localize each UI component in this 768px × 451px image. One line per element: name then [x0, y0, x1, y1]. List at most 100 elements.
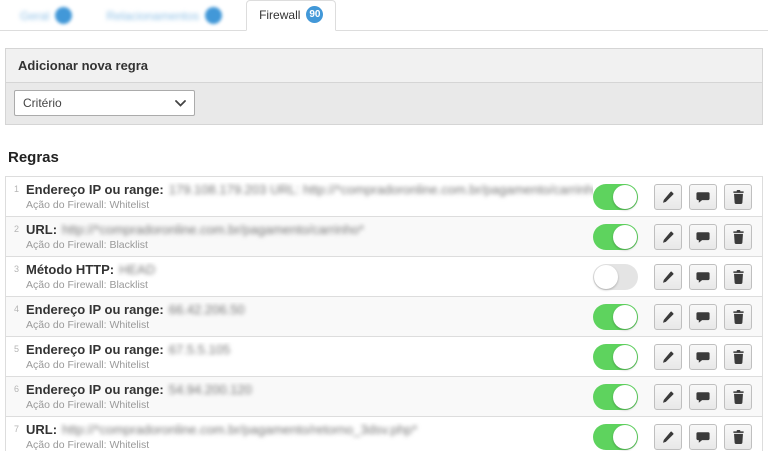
add-rule-panel-body: Critério — [6, 83, 762, 124]
rule-row-3: 3 Método HTTP: HEAD Ação do Firewall: Bla… — [6, 257, 762, 297]
toggle-knob — [613, 304, 637, 329]
trash-icon — [732, 389, 744, 404]
edit-rule-button[interactable] — [654, 343, 682, 370]
comment-rule-button[interactable] — [689, 383, 717, 410]
edit-rule-button[interactable] — [654, 423, 682, 450]
rule-row-1: 1 Endereço IP ou range: 179.108.179.203 U… — [6, 177, 762, 217]
rule-enabled-toggle[interactable] — [593, 223, 638, 250]
tab-label: Relacionamentos — [106, 8, 200, 23]
comment-icon — [696, 311, 710, 323]
rule-index: 5 — [14, 344, 20, 354]
rule-index: 2 — [14, 224, 20, 234]
rule-value-redacted: http://*compradoronline.com.br/pagamento… — [62, 422, 418, 437]
rule-label: URL: — [26, 222, 58, 237]
rule-row-5: 5 Endereço IP ou range: 67.5.5.105 Ação d… — [6, 337, 762, 377]
tab-badge — [55, 7, 73, 24]
rule-value-redacted: 66.42.206.50 — [168, 302, 245, 317]
toggle-knob — [613, 344, 637, 369]
trash-icon — [732, 309, 744, 324]
rule-value-redacted: HEAD — [119, 262, 156, 277]
rule-controls — [593, 343, 752, 370]
rule-enabled-toggle[interactable] — [593, 263, 638, 290]
pencil-icon — [663, 391, 674, 403]
rule-index: 7 — [14, 424, 20, 434]
trash-icon — [732, 189, 744, 204]
comment-rule-button[interactable] — [689, 263, 717, 290]
rule-firewall-action: Ação do Firewall: Whitelist — [26, 359, 150, 371]
toggle-knob — [613, 184, 637, 209]
rule-enabled-toggle[interactable] — [593, 423, 638, 450]
rule-value-redacted: 54.94.200.120 — [168, 382, 252, 397]
rule-enabled-toggle[interactable] — [593, 183, 638, 210]
comment-icon — [696, 271, 710, 283]
tab-label: Geral — [20, 8, 50, 23]
tab-firewall[interactable]: Firewall 90 — [246, 0, 337, 31]
pencil-icon — [663, 351, 674, 363]
rule-main: Endereço IP ou range: 179.108.179.203 URL… — [26, 182, 593, 211]
edit-rule-button[interactable] — [654, 303, 682, 330]
tab-redacted-2[interactable]: Relacionamentos — [96, 3, 232, 30]
comment-rule-button[interactable] — [689, 223, 717, 250]
edit-rule-button[interactable] — [654, 263, 682, 290]
trash-icon — [732, 229, 744, 244]
rule-firewall-action: Ação do Firewall: Blacklist — [26, 239, 148, 251]
rule-value-redacted: 179.108.179.203 URL: http://*compradoron… — [168, 182, 593, 197]
tab-label: Firewall — [259, 7, 301, 22]
comment-rule-button[interactable] — [689, 303, 717, 330]
rule-firewall-action: Ação do Firewall: Whitelist — [26, 319, 150, 331]
rule-enabled-toggle[interactable] — [593, 303, 638, 330]
rule-enabled-toggle[interactable] — [593, 343, 638, 370]
edit-rule-button[interactable] — [654, 223, 682, 250]
chevron-down-icon — [175, 99, 186, 107]
delete-rule-button[interactable] — [724, 383, 752, 410]
rule-label: Endereço IP ou range: — [26, 342, 164, 357]
rule-label: URL: — [26, 422, 58, 437]
rule-main: Endereço IP ou range: 66.42.206.50 Ação d… — [26, 302, 593, 331]
rule-firewall-action: Ação do Firewall: Whitelist — [26, 439, 150, 451]
pencil-icon — [663, 311, 674, 323]
toggle-knob — [613, 384, 637, 409]
rule-controls — [593, 263, 752, 290]
rule-controls — [593, 183, 752, 210]
rule-main: URL: http://*compradoronline.com.br/pagam… — [26, 222, 593, 251]
rule-value-redacted: 67.5.5.105 — [168, 342, 231, 357]
rules-list: 1 Endereço IP ou range: 179.108.179.203 U… — [5, 176, 763, 451]
rule-row-7: 7 URL: http://*compradoronline.com.br/pag… — [6, 417, 762, 451]
comment-rule-button[interactable] — [689, 423, 717, 450]
rule-index: 1 — [14, 184, 20, 194]
rule-main: URL: http://*compradoronline.com.br/pagam… — [26, 422, 593, 451]
tab-redacted-1[interactable]: Geral — [10, 3, 82, 30]
criteria-select[interactable]: Critério — [14, 90, 195, 116]
trash-icon — [732, 269, 744, 284]
rule-controls — [593, 223, 752, 250]
rule-main: Endereço IP ou range: 54.94.200.120 Ação … — [26, 382, 593, 411]
comment-icon — [696, 431, 710, 443]
firewall-count-badge: 90 — [306, 6, 324, 23]
comment-icon — [696, 231, 710, 243]
pencil-icon — [663, 231, 674, 243]
edit-rule-button[interactable] — [654, 383, 682, 410]
rule-label: Endereço IP ou range: — [26, 302, 164, 317]
delete-rule-button[interactable] — [724, 183, 752, 210]
comment-rule-button[interactable] — [689, 343, 717, 370]
rule-controls — [593, 423, 752, 450]
pencil-icon — [663, 191, 674, 203]
rule-index: 6 — [14, 384, 20, 394]
rule-enabled-toggle[interactable] — [593, 383, 638, 410]
rule-main: Endereço IP ou range: 67.5.5.105 Ação do … — [26, 342, 593, 371]
delete-rule-button[interactable] — [724, 223, 752, 250]
rule-row-4: 4 Endereço IP ou range: 66.42.206.50 Ação… — [6, 297, 762, 337]
edit-rule-button[interactable] — [654, 183, 682, 210]
rule-label: Método HTTP: — [26, 262, 115, 277]
delete-rule-button[interactable] — [724, 303, 752, 330]
delete-rule-button[interactable] — [724, 423, 752, 450]
delete-rule-button[interactable] — [724, 343, 752, 370]
delete-rule-button[interactable] — [724, 263, 752, 290]
pencil-icon — [663, 271, 674, 283]
comment-rule-button[interactable] — [689, 183, 717, 210]
add-rule-panel-title: Adicionar nova regra — [6, 49, 762, 83]
rule-label: Endereço IP ou range: — [26, 382, 164, 397]
toggle-knob — [613, 424, 637, 449]
rule-row-6: 6 Endereço IP ou range: 54.94.200.120 Açã… — [6, 377, 762, 417]
comment-icon — [696, 191, 710, 203]
